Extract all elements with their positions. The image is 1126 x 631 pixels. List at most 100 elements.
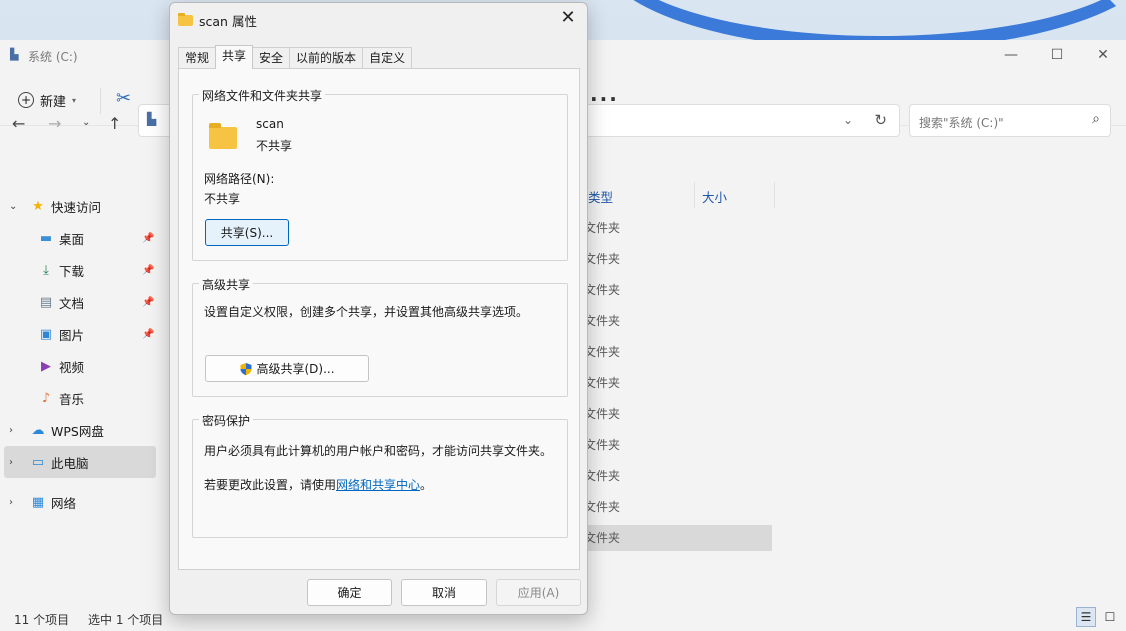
table-row[interactable]: 文件夹 xyxy=(578,525,772,551)
change-setting-text: 若要更改此设置，请使用网络和共享中心。 xyxy=(204,476,432,493)
share-button[interactable]: 共享(S)... xyxy=(205,219,289,246)
network-sharing-group: 网络文件和文件夹共享 scan 不共享 网络路径(N): 不共享 共享(S)..… xyxy=(192,87,568,261)
tab-security[interactable]: 安全 xyxy=(252,47,291,69)
tab-sharing[interactable]: 共享 xyxy=(215,45,254,69)
table-row[interactable]: 文件夹 xyxy=(578,401,772,427)
sidebar-item-downloads[interactable]: ⤓ 下载 📌 xyxy=(0,254,160,286)
folder-share-state: 不共享 xyxy=(256,139,293,153)
refresh-icon[interactable]: ↻ xyxy=(874,111,887,129)
star-icon: ★ xyxy=(32,198,44,214)
close-icon[interactable]: ✕ xyxy=(557,7,579,28)
recent-locations-chevron-icon[interactable]: ⌄ xyxy=(82,117,90,128)
dialog-title: scan 属性 xyxy=(199,14,257,29)
pin-icon[interactable]: 📌 xyxy=(142,297,154,308)
chevron-down-icon[interactable]: ⌄ xyxy=(843,113,853,127)
pin-icon[interactable]: 📌 xyxy=(142,233,154,244)
table-row[interactable]: 文件夹 xyxy=(578,308,772,334)
cancel-button[interactable]: 取消 xyxy=(401,579,487,606)
search-box[interactable]: 搜索"系统 (C:)" ⌕ xyxy=(909,104,1111,137)
sidebar-item-label: 图片 xyxy=(59,327,85,343)
column-divider[interactable] xyxy=(774,182,775,208)
maximize-button[interactable]: ☐ xyxy=(1034,40,1080,70)
table-row[interactable]: 文件夹 xyxy=(578,370,772,396)
dialog-titlebar: scan 属性 xyxy=(178,11,257,30)
table-row[interactable]: 文件夹 xyxy=(578,432,772,458)
minimize-button[interactable]: — xyxy=(988,40,1034,70)
document-icon: ▤ xyxy=(39,294,53,310)
sidebar-item-music[interactable]: ♪ 音乐 xyxy=(0,382,160,414)
network-path-label: 网络路径(N): xyxy=(204,172,275,186)
sidebar-item-pictures[interactable]: ▣ 图片 📌 xyxy=(0,318,160,350)
password-protection-group: 密码保护 用户必须具有此计算机的用户帐户和密码，才能访问共享文件夹。 若要更改此… xyxy=(192,412,568,538)
drive-icon: ▙ xyxy=(10,48,19,61)
uac-shield-icon xyxy=(240,362,252,375)
picture-icon: ▣ xyxy=(39,326,53,342)
sidebar-item-network[interactable]: › ▦ 网络 xyxy=(0,486,160,518)
change-setting-suffix: 。 xyxy=(420,478,433,492)
navigation-pane: ⌄ ★ 快速访问 ▬ 桌面 📌 ⤓ 下载 📌 ▤ 文档 📌 ▣ 图片 📌 ▶ 视… xyxy=(0,190,160,518)
folder-name: scan xyxy=(256,117,284,131)
folder-icon xyxy=(209,123,237,149)
close-button[interactable]: ✕ xyxy=(1080,40,1126,70)
folder-icon xyxy=(178,13,193,26)
table-row[interactable]: 文件夹 xyxy=(578,246,772,272)
item-count: 11 个项目 xyxy=(14,613,70,627)
password-protection-description: 用户必须具有此计算机的用户帐户和密码，才能访问共享文件夹。 xyxy=(204,444,553,458)
table-row[interactable]: 文件夹 xyxy=(578,494,772,520)
group-legend: 密码保护 xyxy=(199,412,254,429)
tab-previous-versions[interactable]: 以前的版本 xyxy=(289,47,364,69)
forward-arrow-icon[interactable]: → xyxy=(48,114,61,133)
chevron-right-icon[interactable]: › xyxy=(9,457,13,468)
tab-general[interactable]: 常规 xyxy=(178,47,217,69)
video-icon: ▶ xyxy=(41,358,51,374)
desktop-icon: ▬ xyxy=(39,230,53,246)
chevron-down-icon[interactable]: ⌄ xyxy=(9,201,17,212)
sidebar-item-label: 视频 xyxy=(59,359,85,375)
sidebar-item-label: 网络 xyxy=(51,495,77,511)
desktop-wallpaper xyxy=(560,0,1126,42)
sidebar-item-label: 文档 xyxy=(59,295,85,311)
sidebar-item-label: 快速访问 xyxy=(51,199,102,215)
properties-dialog: scan 属性 ✕ 常规 共享 安全 以前的版本 自定义 网络文件和文件夹共享 … xyxy=(169,2,588,615)
sidebar-item-quick-access[interactable]: ⌄ ★ 快速访问 xyxy=(0,190,160,222)
sidebar-item-desktop[interactable]: ▬ 桌面 📌 xyxy=(0,222,160,254)
drive-icon: ▙ xyxy=(147,112,157,126)
ok-button[interactable]: 确定 xyxy=(307,579,392,606)
column-header-type[interactable]: 类型 xyxy=(588,187,613,217)
column-divider[interactable] xyxy=(694,182,695,208)
sharing-tab-panel: 网络文件和文件夹共享 scan 不共享 网络路径(N): 不共享 共享(S)..… xyxy=(178,68,580,570)
advanced-sharing-group: 高级共享 设置自定义权限，创建多个共享，并设置其他高级共享选项。 高级共享(D)… xyxy=(192,276,568,397)
tab-bar: 常规 共享 安全 以前的版本 自定义 xyxy=(178,45,413,69)
sidebar-item-label: 此电脑 xyxy=(51,455,89,471)
tab-customize[interactable]: 自定义 xyxy=(362,47,413,69)
table-row[interactable]: 文件夹 xyxy=(578,463,772,489)
table-row[interactable]: 文件夹 xyxy=(578,277,772,303)
chevron-right-icon[interactable]: › xyxy=(9,497,13,508)
sidebar-item-this-pc[interactable]: › ▭ 此电脑 xyxy=(4,446,156,478)
tiles-view-icon[interactable]: ☐ xyxy=(1100,607,1120,627)
up-arrow-icon[interactable]: ↑ xyxy=(108,114,121,133)
back-arrow-icon[interactable]: ← xyxy=(12,114,25,133)
sidebar-item-wps-cloud[interactable]: › ☁ WPS网盘 xyxy=(0,414,160,446)
column-header-size[interactable]: 大小 xyxy=(702,187,727,217)
apply-button[interactable]: 应用(A) xyxy=(496,579,581,606)
sidebar-item-label: 桌面 xyxy=(59,231,85,247)
selection-count: 选中 1 个项目 xyxy=(88,613,164,627)
file-list: 类型 大小 文件夹 文件夹 文件夹 文件夹 文件夹 文件夹 文件夹 文件夹 文件… xyxy=(560,180,1126,603)
computer-icon: ▭ xyxy=(31,454,45,470)
advanced-sharing-button[interactable]: 高级共享(D)... xyxy=(205,355,369,382)
table-row[interactable]: 文件夹 xyxy=(578,339,772,365)
pin-icon[interactable]: 📌 xyxy=(142,265,154,276)
details-view-icon[interactable]: ☰ xyxy=(1076,607,1096,627)
sidebar-item-label: WPS网盘 xyxy=(51,423,104,439)
cloud-icon: ☁ xyxy=(31,422,45,438)
explorer-title: 系统 (C:) xyxy=(28,50,78,64)
pin-icon[interactable]: 📌 xyxy=(142,329,154,340)
sidebar-item-documents[interactable]: ▤ 文档 📌 xyxy=(0,286,160,318)
table-row[interactable]: 文件夹 xyxy=(578,215,772,241)
sidebar-item-videos[interactable]: ▶ 视频 xyxy=(0,350,160,382)
sidebar-item-label: 下载 xyxy=(59,263,85,279)
download-icon: ⤓ xyxy=(43,262,49,278)
network-sharing-center-link[interactable]: 网络和共享中心 xyxy=(336,478,420,492)
chevron-right-icon[interactable]: › xyxy=(9,425,13,436)
